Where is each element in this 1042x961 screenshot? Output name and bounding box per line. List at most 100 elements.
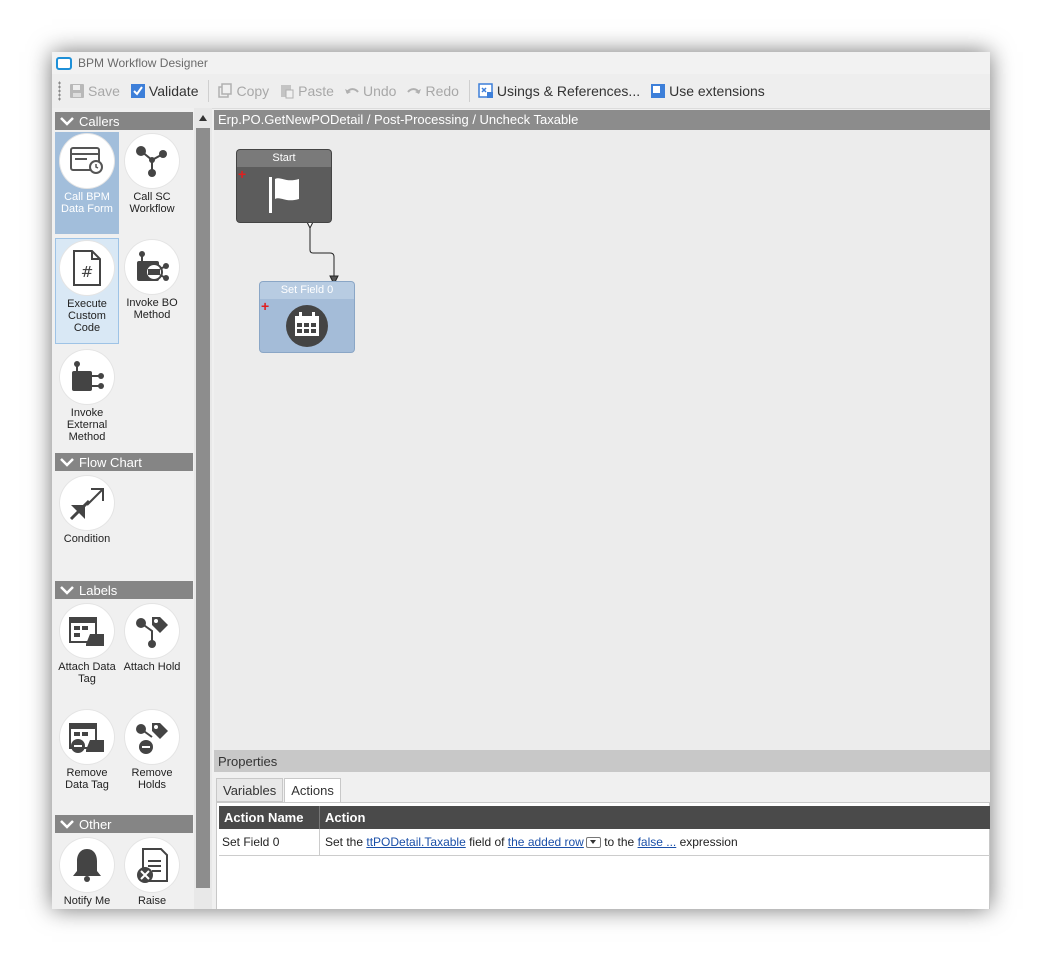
tool-label: Attach Data Tag (58, 661, 116, 685)
tool-label: Invoke External Method (66, 407, 108, 443)
checkbox-checked-icon (130, 84, 145, 98)
usings-label: Usings & References... (496, 83, 641, 99)
copy-icon (218, 83, 233, 98)
cell-action-name: Set Field 0 (219, 829, 320, 856)
section-labels[interactable]: Labels (55, 581, 193, 599)
column-header-action[interactable]: Action (319, 806, 990, 829)
validate-button[interactable]: Validate (130, 83, 199, 99)
tool-call-bpm-data-form[interactable]: Call BPM Data Form (55, 132, 119, 234)
calendar-set-field-icon (286, 304, 328, 347)
tool-notify-me[interactable]: Notify Me (55, 836, 119, 909)
title-bar: BPM Workflow Designer (52, 52, 990, 74)
tool-label: Condition (63, 533, 111, 545)
tool-invoke-external-method[interactable]: Invoke External Method (55, 348, 119, 456)
tool-icon-circle (125, 838, 179, 892)
svg-text:#: # (81, 263, 94, 281)
data-form-icon (70, 147, 103, 174)
expand-plus-icon[interactable]: + (261, 299, 269, 313)
condition-icon (69, 487, 105, 521)
section-callers[interactable]: Callers (55, 112, 193, 130)
field-link[interactable]: ttPODetail.Taxable (366, 835, 465, 849)
undo-label: Undo (362, 83, 397, 99)
action-text: expression (676, 835, 738, 849)
target-row-link[interactable]: the added row (508, 835, 584, 849)
chevron-down-icon (60, 457, 74, 467)
tool-icon-circle (60, 710, 114, 764)
properties-panel: Properties Variables Actions Action Name… (214, 750, 990, 909)
copy-button[interactable]: Copy (217, 83, 269, 99)
tool-label: Remove Data Tag (65, 767, 109, 791)
tool-label: Attach Hold (123, 661, 181, 673)
save-label: Save (88, 83, 120, 99)
set-field-node[interactable]: Set Field 0 + (260, 282, 354, 352)
undo-button[interactable]: Undo (344, 83, 396, 99)
section-labels-title: Labels (79, 582, 118, 598)
app-icon (56, 56, 72, 70)
save-button[interactable]: Save (69, 83, 120, 99)
tool-call-sc-workflow[interactable]: Call SC Workflow (120, 132, 184, 234)
action-text: Set the (325, 835, 367, 849)
workflow-canvas[interactable]: Erp.PO.GetNewPODetail / Post-Processing … (214, 110, 990, 750)
use-extensions-label: Use extensions (669, 83, 765, 99)
tool-icon-circle (125, 134, 179, 188)
scroll-up-arrow-icon[interactable] (197, 112, 209, 124)
copy-label: Copy (236, 83, 270, 99)
extensions-icon (651, 84, 666, 98)
section-flow-chart-title: Flow Chart (79, 454, 142, 470)
tab-actions[interactable]: Actions (284, 778, 341, 803)
save-icon (70, 84, 84, 98)
bell-icon (73, 849, 101, 882)
tool-attach-hold[interactable]: Attach Hold (120, 602, 184, 702)
tool-label: Raise (137, 895, 167, 907)
properties-tabs: Variables Actions (216, 778, 342, 803)
tool-raise[interactable]: Raise (120, 836, 184, 909)
custom-code-icon: # (73, 250, 101, 286)
usings-references-button[interactable]: Usings & References... (478, 83, 640, 99)
paste-label: Paste (298, 83, 334, 99)
chevron-down-icon (60, 116, 74, 126)
toolbar-grip[interactable] (58, 81, 61, 101)
redo-icon (407, 88, 422, 94)
tool-icon-circle (125, 604, 179, 658)
start-node-title: Start (237, 150, 331, 167)
tool-execute-custom-code[interactable]: # Execute Custom Code (55, 238, 119, 344)
tool-condition[interactable]: Condition (55, 474, 119, 554)
toolbox-scrollbar[interactable] (194, 108, 212, 909)
use-extensions-button[interactable]: Use extensions (650, 83, 765, 99)
tool-invoke-bo-method[interactable]: Invoke BO Method (120, 238, 184, 344)
workflow-nodes-icon (136, 146, 167, 177)
actions-grid: Action Name Action Set Field 0 Set the t… (219, 806, 990, 856)
dropdown-arrow-icon[interactable] (585, 837, 601, 849)
column-header-action-name[interactable]: Action Name (219, 806, 320, 829)
tool-attach-data-tag[interactable]: Attach Data Tag (55, 602, 119, 702)
section-other-title: Other (79, 816, 112, 832)
action-text: field of (465, 835, 508, 849)
set-field-node-title: Set Field 0 (260, 282, 354, 299)
toolbox-panel: Callers Call BPM Data Form Call SC Workf… (52, 108, 194, 909)
chevron-down-icon (60, 819, 74, 829)
start-node[interactable]: Start + (237, 150, 331, 222)
table-row[interactable]: Set Field 0 Set the ttPODetail.Taxable f… (219, 829, 990, 856)
tool-icon-circle (60, 476, 114, 530)
cell-action: Set the ttPODetail.Taxable field of the … (319, 829, 990, 856)
remove-holds-icon (136, 723, 168, 754)
tool-label: Notify Me (63, 895, 111, 907)
redo-label: Redo (425, 83, 459, 99)
tool-label: Call BPM Data Form (61, 191, 113, 215)
undo-icon (344, 88, 359, 94)
toolbar-separator (468, 80, 470, 102)
tool-remove-data-tag[interactable]: Remove Data Tag (55, 708, 119, 808)
external-method-icon (72, 361, 104, 391)
section-other[interactable]: Other (55, 815, 193, 833)
validate-label: Validate (148, 83, 199, 99)
tool-remove-holds[interactable]: Remove Holds (120, 708, 184, 808)
flag-icon (269, 176, 299, 213)
redo-button[interactable]: Redo (406, 83, 459, 99)
scrollbar-thumb[interactable] (196, 128, 210, 888)
bpm-designer-window: BPM Workflow Designer Save Validate Copy… (52, 52, 990, 909)
tab-variables[interactable]: Variables (216, 778, 284, 802)
expression-link[interactable]: false ... (638, 835, 677, 849)
expand-plus-icon[interactable]: + (238, 167, 246, 181)
section-flow-chart[interactable]: Flow Chart (55, 453, 193, 471)
paste-button[interactable]: Paste (279, 83, 334, 99)
